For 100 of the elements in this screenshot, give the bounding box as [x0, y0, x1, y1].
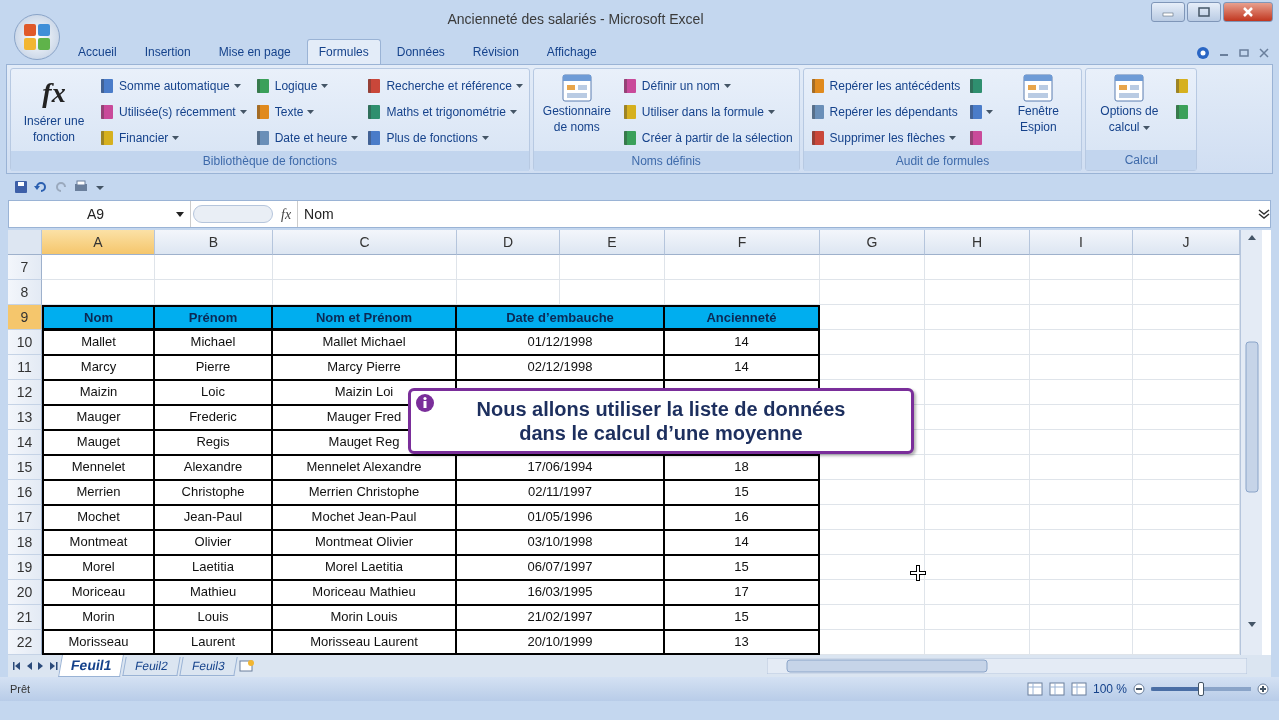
row-header[interactable]: 21 [8, 605, 42, 630]
empty-cell[interactable] [925, 405, 1030, 430]
ribbon-tab[interactable]: Données [384, 39, 457, 64]
page-break-icon[interactable] [1070, 682, 1087, 696]
ribbon-button[interactable]: Repérer les dépendants [807, 101, 963, 123]
column-header[interactable]: B [155, 230, 273, 255]
ribbon-button[interactable]: Définir un nom [619, 75, 795, 97]
empty-cell[interactable] [925, 355, 1030, 380]
office-button[interactable] [14, 14, 60, 60]
slider-thumb[interactable] [1198, 682, 1204, 696]
row-header[interactable]: 7 [8, 255, 42, 280]
ribbon-button[interactable]: Texte [252, 101, 361, 123]
empty-cell[interactable] [925, 605, 1030, 630]
row-header[interactable]: 11 [8, 355, 42, 380]
ribbon-tab[interactable]: Révision [460, 39, 531, 64]
ribbon-button[interactable]: Recherche et référence [364, 75, 525, 97]
empty-cell[interactable] [273, 255, 457, 280]
ribbon-button[interactable]: Utiliser dans la formule [619, 101, 795, 123]
first-sheet-icon[interactable] [12, 661, 22, 671]
ribbon-button[interactable]: Créer à partir de la sélection [619, 127, 795, 149]
ribbon-button[interactable]: Financier [97, 127, 249, 149]
column-header[interactable]: J [1133, 230, 1240, 255]
column-header[interactable]: E [560, 230, 665, 255]
row-header[interactable]: 19 [8, 555, 42, 580]
ribbon-tab[interactable]: Mise en page [206, 39, 303, 64]
row-header[interactable]: 14 [8, 430, 42, 455]
row-header[interactable]: 17 [8, 505, 42, 530]
empty-cell[interactable] [1030, 330, 1133, 355]
empty-cell[interactable] [1030, 355, 1133, 380]
horizontal-scrollbar[interactable] [767, 658, 1247, 674]
empty-cell[interactable] [1030, 405, 1133, 430]
column-header[interactable]: G [820, 230, 925, 255]
empty-cell[interactable] [1030, 380, 1133, 405]
empty-cell[interactable] [820, 605, 925, 630]
ribbon-tab[interactable]: Accueil [66, 39, 129, 64]
sheet-tab[interactable]: Feuil3 [179, 656, 238, 676]
empty-cell[interactable] [1030, 280, 1133, 305]
help-icon[interactable] [1197, 47, 1209, 59]
row-header[interactable]: 18 [8, 530, 42, 555]
empty-cell[interactable] [1030, 480, 1133, 505]
ribbon-button[interactable]: Supprimer les flèches [807, 127, 963, 149]
row-header[interactable]: 12 [8, 380, 42, 405]
empty-cell[interactable] [925, 505, 1030, 530]
column-header[interactable]: C [273, 230, 457, 255]
empty-cell[interactable] [925, 555, 1030, 580]
formula-field[interactable]: Nom [297, 201, 1258, 227]
row-header[interactable]: 13 [8, 405, 42, 430]
empty-cell[interactable] [820, 530, 925, 555]
ribbon-tab[interactable]: Insertion [132, 39, 203, 64]
empty-cell[interactable] [1030, 305, 1133, 330]
empty-cell[interactable] [925, 305, 1030, 330]
insert-sheet-icon[interactable] [237, 659, 256, 673]
empty-cell[interactable] [820, 555, 925, 580]
column-header[interactable]: I [1030, 230, 1133, 255]
expand-icon[interactable] [1258, 208, 1270, 220]
empty-cell[interactable] [925, 330, 1030, 355]
normal-view-icon[interactable] [1026, 682, 1043, 696]
column-header[interactable]: A [42, 230, 155, 255]
empty-cell[interactable] [820, 355, 925, 380]
empty-cell[interactable] [925, 430, 1030, 455]
empty-cell[interactable] [665, 255, 820, 280]
ribbon-button[interactable]: Repérer les antécédents [807, 75, 963, 97]
ribbon-button[interactable]: Plus de fonctions [364, 127, 525, 149]
row-header[interactable]: 10 [8, 330, 42, 355]
empty-cell[interactable] [1030, 505, 1133, 530]
ribbon-button[interactable]: fx Insérer une fonction [15, 71, 93, 149]
close-icon[interactable] [1259, 48, 1269, 58]
name-box[interactable]: A9 [9, 201, 191, 227]
ribbon-button[interactable]: Fenêtre Espion [999, 71, 1078, 149]
empty-cell[interactable] [925, 255, 1030, 280]
redo-icon[interactable] [54, 180, 68, 194]
save-icon[interactable] [14, 180, 28, 194]
restore-icon[interactable] [1239, 48, 1249, 58]
row-header[interactable]: 8 [8, 280, 42, 305]
empty-cell[interactable] [820, 455, 925, 480]
select-all-corner[interactable] [8, 230, 42, 255]
ribbon-tab[interactable]: Formules [306, 39, 381, 64]
ribbon-button[interactable]: Maths et trigonométrie [364, 101, 525, 123]
row-header[interactable]: 22 [8, 630, 42, 655]
empty-cell[interactable] [1030, 255, 1133, 280]
empty-cell[interactable] [1030, 580, 1133, 605]
ribbon-button[interactable]: Gestionnaire de noms [537, 71, 616, 149]
empty-cell[interactable] [925, 455, 1030, 480]
restore-button[interactable] [1187, 2, 1221, 22]
zoom-in-icon[interactable] [1257, 683, 1269, 695]
empty-cell[interactable] [820, 505, 925, 530]
sheet-tab[interactable]: Feuil1 [58, 655, 125, 677]
empty-cell[interactable] [925, 580, 1030, 605]
ribbon-button[interactable]: Logique [252, 75, 361, 97]
empty-cell[interactable] [560, 255, 665, 280]
sheet-tab[interactable]: Feuil2 [122, 656, 181, 676]
formula-bar-splitter[interactable] [193, 205, 273, 223]
row-header[interactable]: 16 [8, 480, 42, 505]
empty-cell[interactable] [820, 480, 925, 505]
undo-icon[interactable] [34, 180, 48, 194]
ribbon-button[interactable]: Utilisée(s) récemment [97, 101, 249, 123]
empty-cell[interactable] [925, 280, 1030, 305]
minimize-button[interactable] [1151, 2, 1185, 22]
column-header[interactable]: H [925, 230, 1030, 255]
ribbon-tab[interactable]: Affichage [534, 39, 609, 64]
